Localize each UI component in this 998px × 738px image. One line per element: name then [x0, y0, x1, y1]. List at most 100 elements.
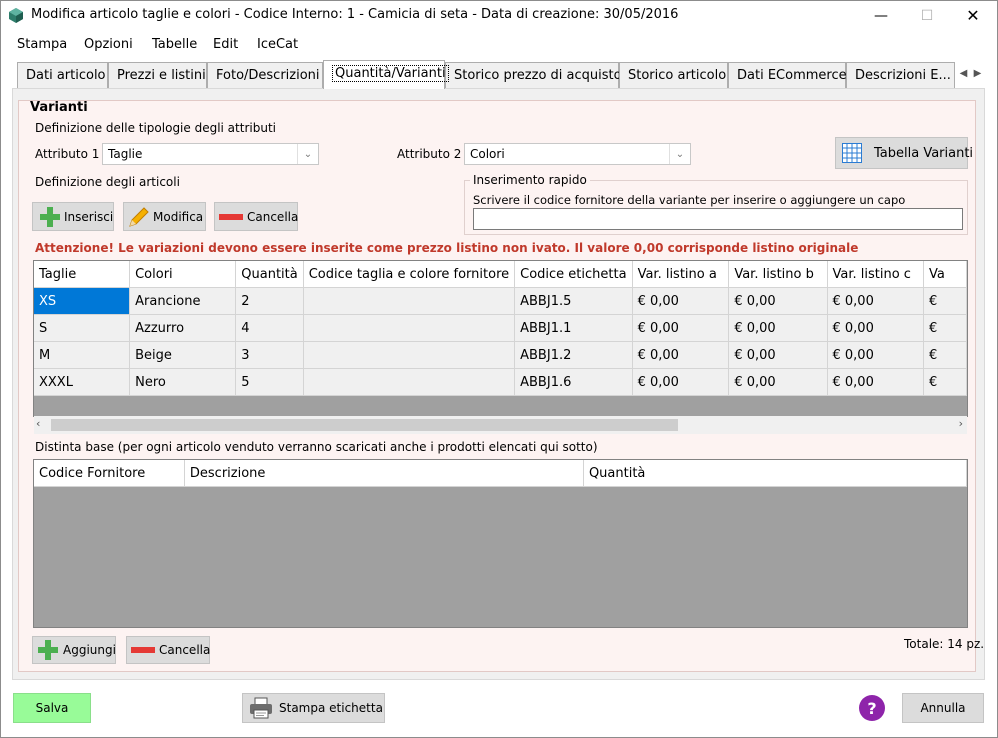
column-header[interactable]: Codice Fornitore — [34, 460, 185, 487]
table-cell[interactable]: € — [923, 368, 967, 396]
table-cell[interactable]: € 0,00 — [827, 341, 924, 369]
horizontal-scrollbar[interactable]: ‹ › — [34, 416, 967, 434]
inserisci-label: Inserisci — [64, 209, 114, 224]
close-button[interactable]: ✕ — [950, 1, 996, 30]
tab-prezzi-listini[interactable]: Prezzi e listini — [108, 62, 207, 88]
scroll-right-icon[interactable]: › — [959, 417, 963, 430]
table-cell[interactable]: € — [923, 341, 967, 369]
table-cell[interactable]: Arancione — [129, 287, 237, 315]
table-cell[interactable]: € 0,00 — [632, 341, 730, 369]
column-header[interactable]: Var. listino c — [827, 261, 924, 288]
table-cell[interactable]: € 0,00 — [827, 368, 924, 396]
table-cell[interactable]: € 0,00 — [728, 341, 828, 369]
table-cell[interactable] — [303, 287, 516, 315]
table-cell[interactable]: € 0,00 — [728, 287, 828, 315]
table-cell[interactable]: 4 — [235, 314, 304, 342]
table-cell[interactable]: € 0,00 — [632, 287, 730, 315]
tab-scroll-right-icon[interactable]: ▶ — [972, 66, 983, 82]
table-cell[interactable]: € — [923, 314, 967, 342]
table-cell[interactable]: ABBJ1.6 — [514, 368, 633, 396]
table-row[interactable]: S Azzurro 4 ABBJ1.1 € 0,00 € 0,00 € 0,00… — [34, 314, 967, 342]
table-cell[interactable] — [303, 314, 516, 342]
modifica-button[interactable]: Modifica — [123, 202, 206, 231]
salva-button[interactable]: Salva — [13, 693, 91, 723]
table-cell[interactable] — [303, 368, 516, 396]
tab-scroll-left-icon[interactable]: ◀ — [958, 66, 969, 82]
table-cell[interactable]: € 0,00 — [632, 314, 730, 342]
inserimento-rapido-input[interactable] — [473, 208, 963, 230]
table-cell[interactable]: € 0,00 — [728, 314, 828, 342]
menu-tabelle[interactable]: Tabelle — [152, 37, 197, 52]
tab-storico-articolo[interactable]: Storico articolo — [619, 62, 728, 88]
tabella-varianti-button[interactable]: Tabella Varianti — [835, 137, 973, 169]
tab-dati-ecommerce[interactable]: Dati ECommerce — [728, 62, 847, 88]
table-cell[interactable]: ABBJ1.1 — [514, 314, 633, 342]
column-header[interactable]: Taglie — [34, 261, 131, 288]
column-header[interactable]: Var. listino a — [632, 261, 730, 288]
scrollbar-thumb[interactable] — [51, 419, 678, 431]
pencil-icon — [128, 206, 150, 228]
table-cell[interactable]: M — [34, 341, 131, 369]
distinta-table: Codice Fornitore Descrizione Quantità — [34, 460, 967, 487]
column-header[interactable]: Var. listino b — [728, 261, 828, 288]
column-header[interactable]: Codice taglia e colore fornitore — [303, 261, 516, 288]
table-cell[interactable]: 3 — [235, 341, 304, 369]
tab-label: Descrizioni E... — [855, 68, 951, 83]
chevron-down-icon[interactable]: ⌄ — [669, 144, 690, 164]
maximize-button[interactable]: ☐ — [904, 1, 950, 30]
inserisci-button[interactable]: Inserisci — [32, 202, 114, 231]
annulla-button[interactable]: Annulla — [902, 693, 984, 723]
tab-quantita-varianti[interactable]: Quantità/Varianti — [323, 60, 449, 89]
column-header[interactable]: Va — [923, 261, 967, 288]
column-header[interactable]: Quantità — [235, 261, 304, 288]
table-cell[interactable]: XXXL — [34, 368, 131, 396]
menu-icecat[interactable]: IceCat — [257, 37, 298, 52]
attr2-combo[interactable]: Colori ⌄ — [464, 143, 691, 165]
table-cell[interactable]: 5 — [235, 368, 304, 396]
aggiungi-button[interactable]: Aggiungi — [32, 636, 116, 664]
table-cell[interactable]: S — [34, 314, 131, 342]
table-row[interactable]: XXXL Nero 5 ABBJ1.6 € 0,00 € 0,00 € 0,00… — [34, 368, 967, 396]
table-cell[interactable]: Beige — [129, 341, 237, 369]
tab-label: Prezzi e listini — [117, 68, 206, 83]
stampa-etichetta-button[interactable]: Stampa etichetta — [242, 693, 385, 723]
menu-opzioni[interactable]: Opzioni — [84, 37, 133, 52]
menu-stampa[interactable]: Stampa — [17, 37, 67, 52]
column-header[interactable]: Quantità — [583, 460, 967, 487]
table-cell[interactable]: 2 — [235, 287, 304, 315]
tab-descrizioni-ecommerce[interactable]: Descrizioni E... — [846, 62, 955, 88]
scroll-left-icon[interactable]: ‹ — [36, 417, 40, 430]
attr1-combo[interactable]: Taglie ⌄ — [102, 143, 319, 165]
distinta-grid[interactable]: Codice Fornitore Descrizione Quantità — [33, 459, 968, 628]
tab-foto-descrizioni[interactable]: Foto/Descrizioni — [207, 62, 323, 88]
table-cell[interactable]: € — [923, 287, 967, 315]
table-row[interactable]: XS Arancione 2 ABBJ1.5 € 0,00 € 0,00 € 0… — [34, 287, 967, 315]
column-header[interactable]: Descrizione — [184, 460, 584, 487]
menu-edit[interactable]: Edit — [213, 37, 238, 52]
table-cell[interactable]: € 0,00 — [728, 368, 828, 396]
minimize-button[interactable]: — — [858, 1, 904, 30]
tab-label: Dati ECommerce — [737, 68, 847, 83]
table-header-row: Taglie Colori Quantità Codice taglia e c… — [34, 261, 967, 288]
column-header[interactable]: Codice etichetta — [514, 261, 633, 288]
table-cell[interactable]: € 0,00 — [827, 314, 924, 342]
tab-dati-articolo[interactable]: Dati articolo — [17, 62, 108, 88]
table-cell[interactable]: ABBJ1.5 — [514, 287, 633, 315]
column-header[interactable]: Colori — [129, 261, 237, 288]
warning-message: Attenzione! Le variazioni devono essere … — [35, 241, 859, 255]
table-cell[interactable]: ABBJ1.2 — [514, 341, 633, 369]
table-cell[interactable]: XS — [34, 287, 131, 315]
table-cell[interactable]: € 0,00 — [632, 368, 730, 396]
table-row[interactable]: M Beige 3 ABBJ1.2 € 0,00 € 0,00 € 0,00 € — [34, 341, 967, 369]
tab-storico-prezzo-acquisto[interactable]: Storico prezzo di acquisto — [445, 62, 622, 88]
help-icon[interactable]: ? — [859, 695, 885, 721]
variants-grid[interactable]: Taglie Colori Quantità Codice taglia e c… — [33, 260, 968, 417]
table-cell[interactable]: Azzurro — [129, 314, 237, 342]
table-cell[interactable] — [303, 341, 516, 369]
distinta-cancella-button[interactable]: Cancella — [126, 636, 210, 664]
chevron-down-icon[interactable]: ⌄ — [297, 144, 318, 164]
table-cell[interactable]: € 0,00 — [827, 287, 924, 315]
cancella-button[interactable]: Cancella — [214, 202, 298, 231]
table-cell[interactable]: Nero — [129, 368, 237, 396]
tab-label: Dati articolo — [26, 68, 106, 83]
